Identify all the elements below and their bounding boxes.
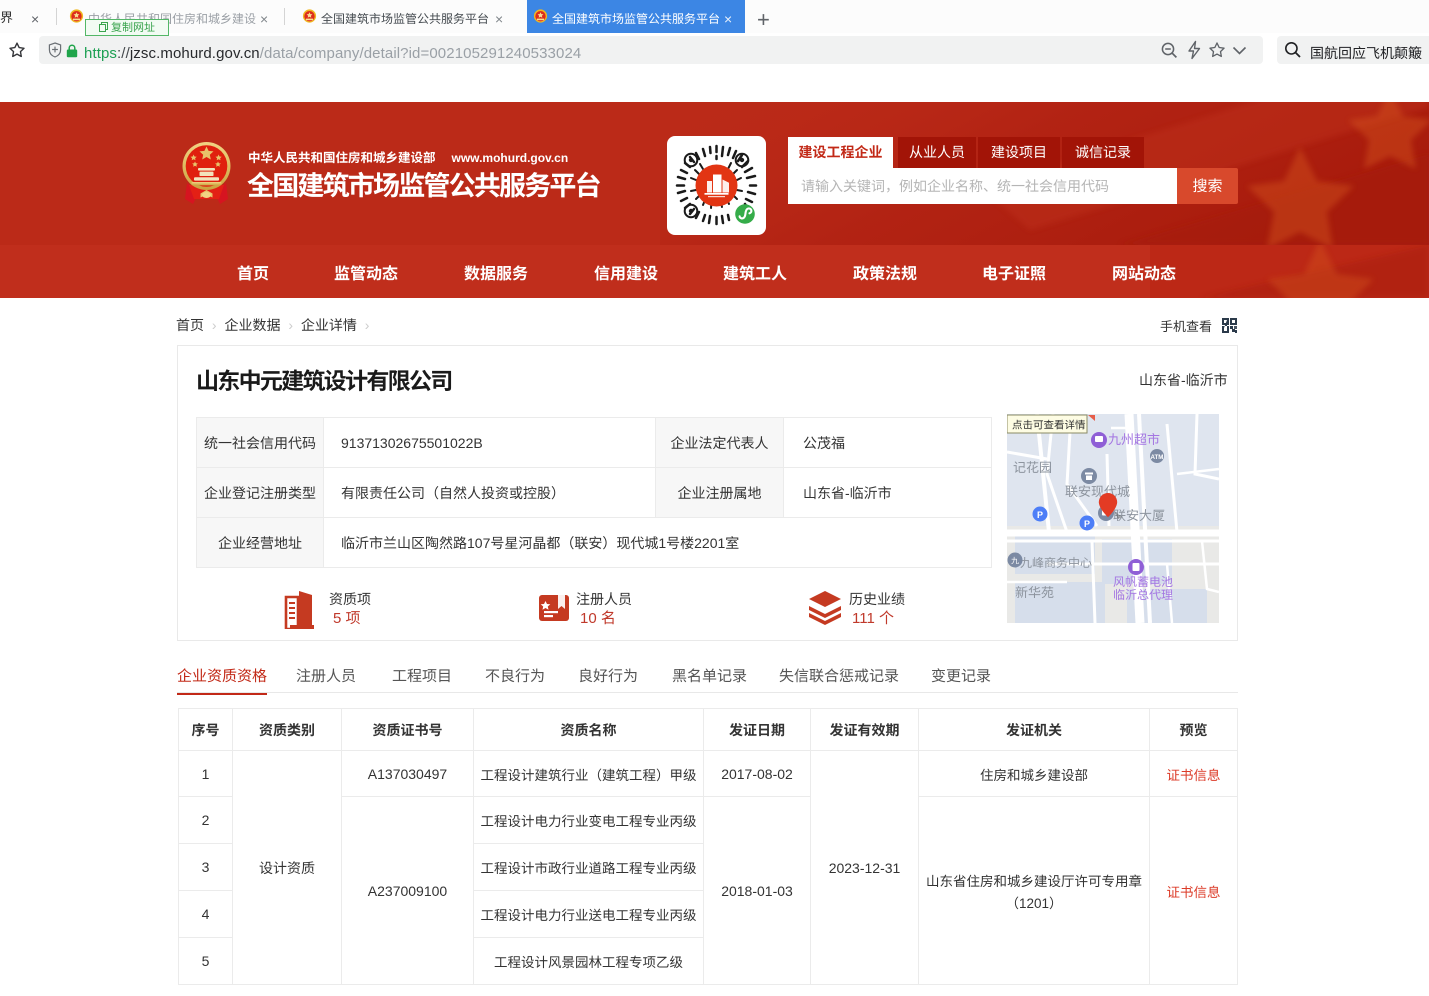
- svg-text:新华苑: 新华苑: [1015, 582, 1054, 601]
- svg-text:九州超市: 九州超市: [1108, 429, 1160, 448]
- svg-text:记花园: 记花园: [1013, 457, 1052, 476]
- svg-text:联安大厦: 联安大厦: [1113, 505, 1165, 524]
- svg-text:联安现代城: 联安现代城: [1065, 481, 1130, 500]
- svg-text:九峰商务中心: 九峰商务中心: [1020, 554, 1092, 571]
- svg-text:点击可查看详情: 点击可查看详情: [1012, 418, 1086, 433]
- svg-text:九: 九: [1011, 556, 1019, 567]
- svg-text:P: P: [1084, 517, 1090, 530]
- svg-text:P: P: [1037, 508, 1043, 521]
- svg-text:临沂总代理: 临沂总代理: [1113, 586, 1173, 603]
- svg-text:ATM: ATM: [1151, 452, 1164, 461]
